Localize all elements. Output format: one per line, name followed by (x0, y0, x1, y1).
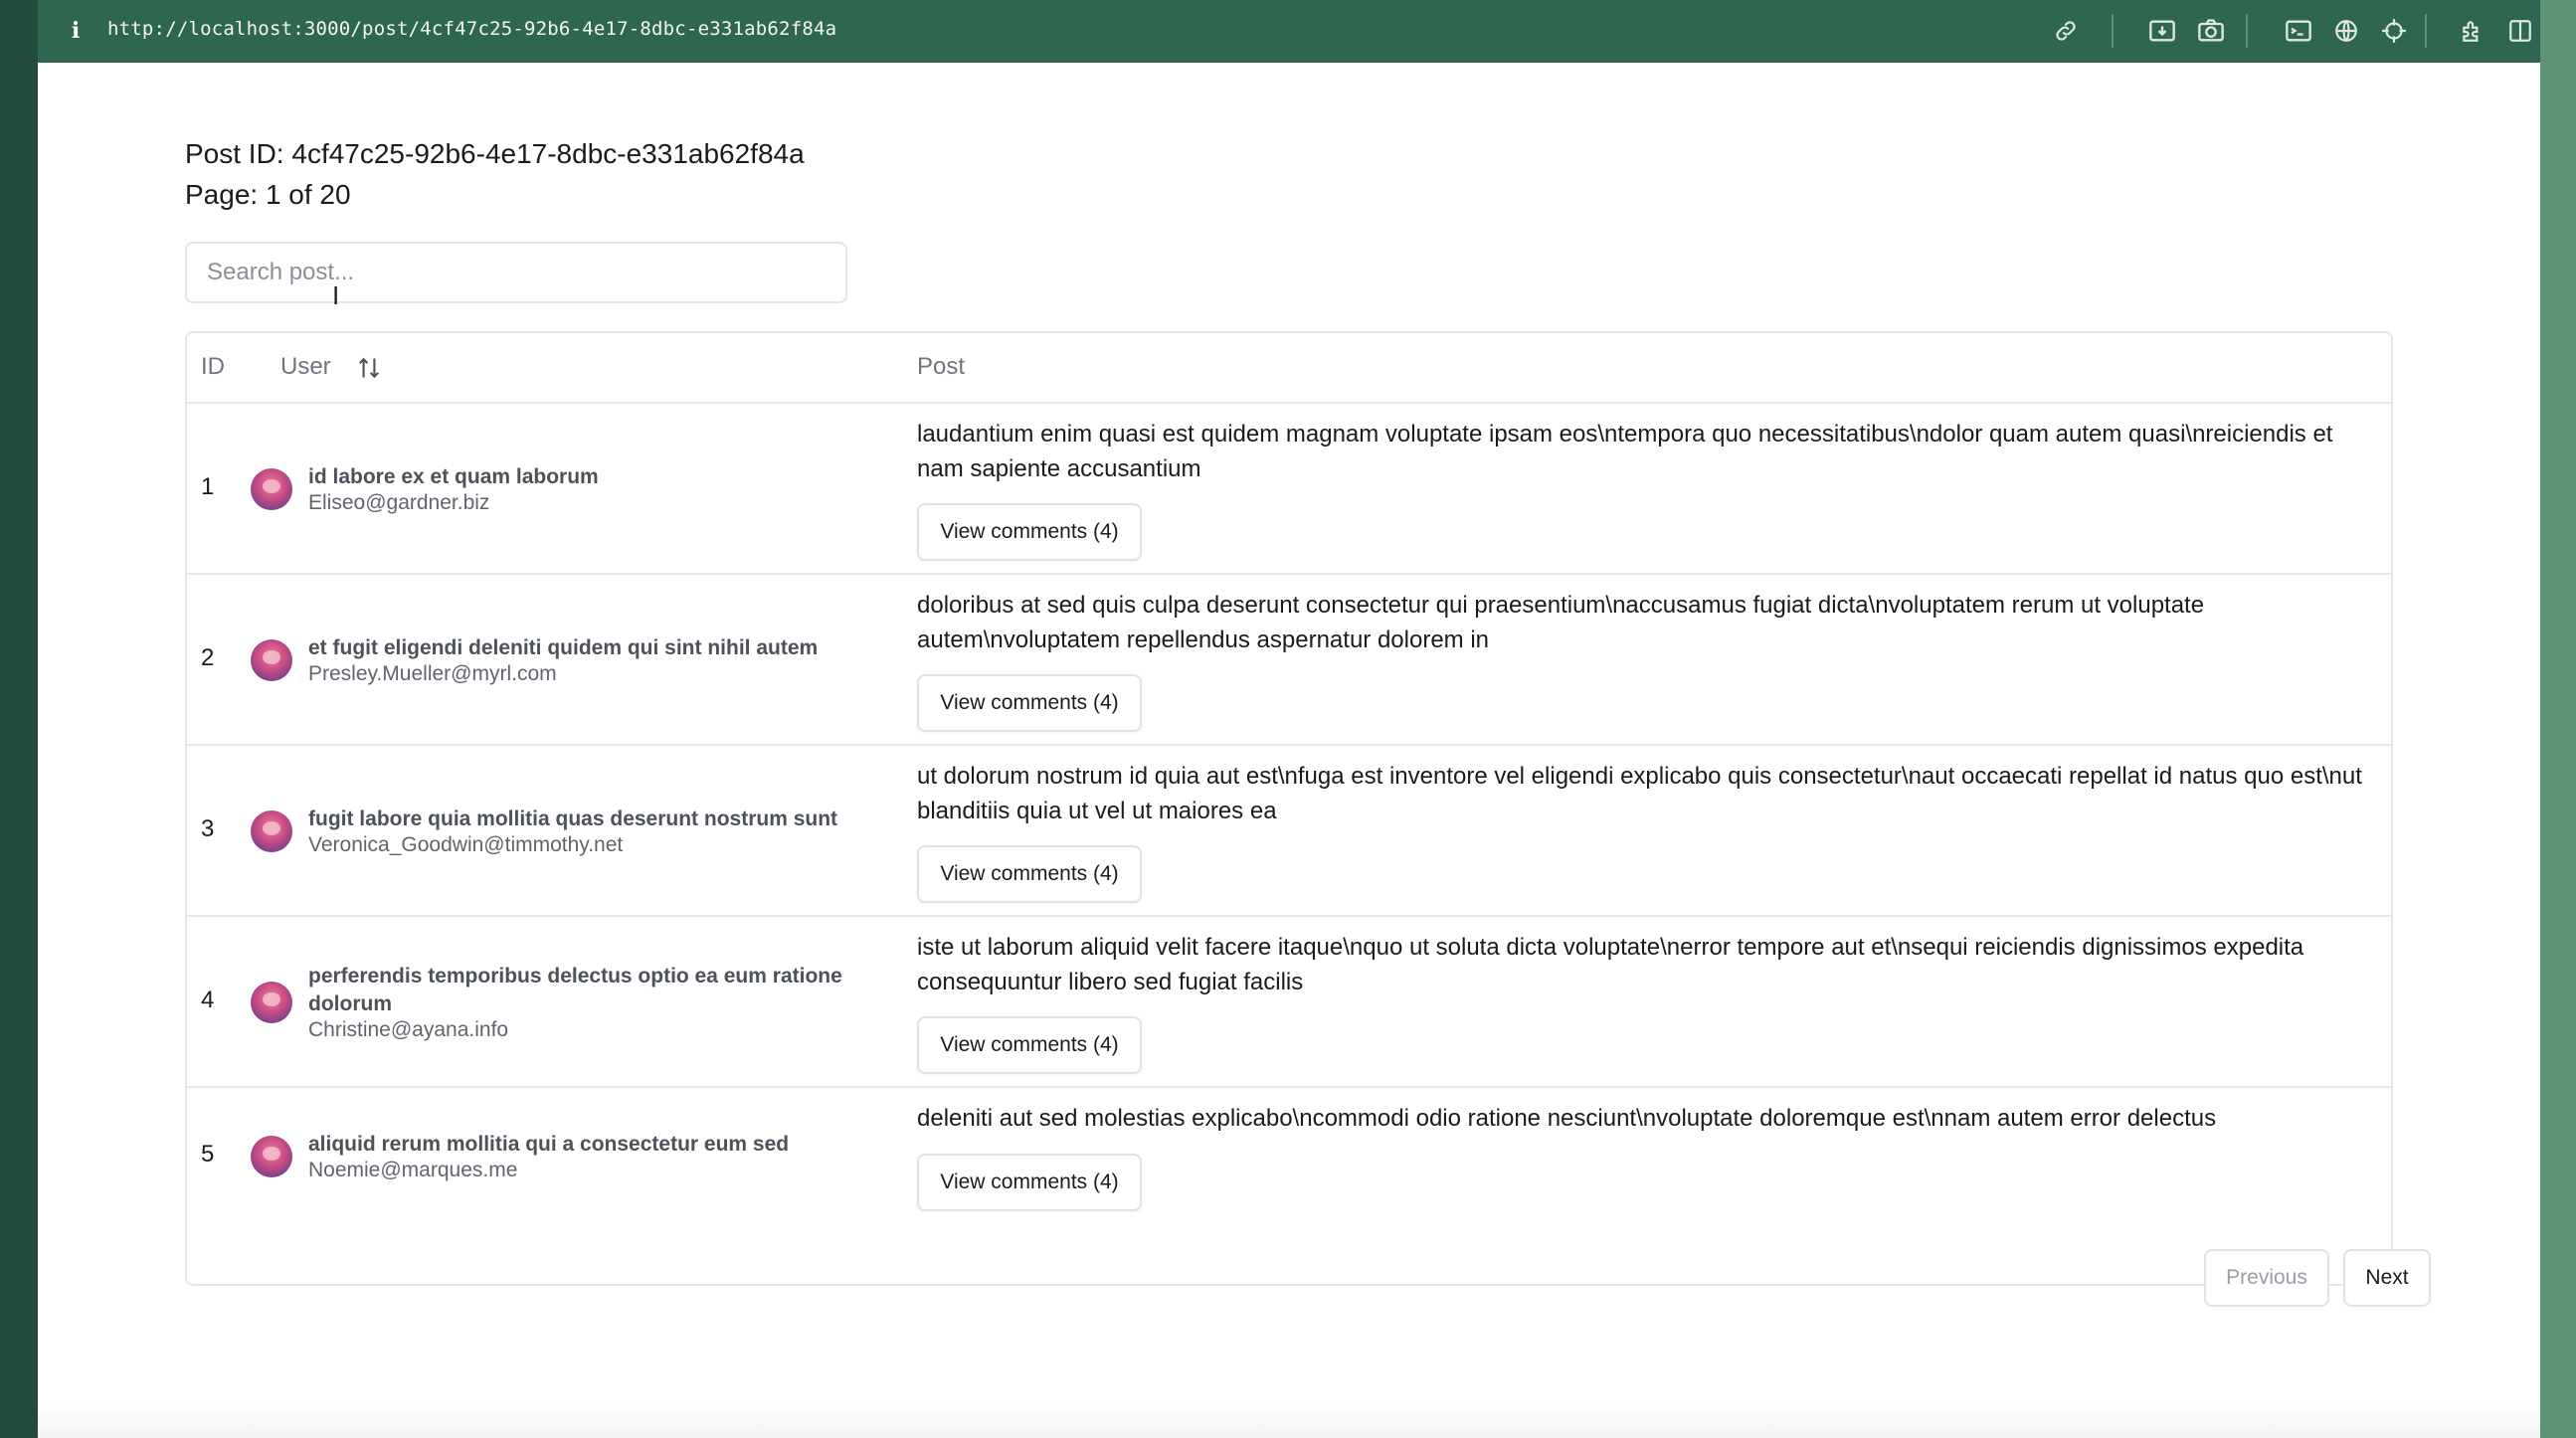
view-comments-button[interactable]: View comments (4) (917, 1016, 1142, 1074)
text-cursor-icon: I (332, 280, 340, 310)
address-bar[interactable]: http://localhost:3000/post/4cf47c25-92b6… (107, 18, 836, 40)
user-email: Presley.Mueller@myrl.com (308, 662, 557, 685)
sort-icon[interactable] (356, 355, 382, 381)
user-name: perferendis temporibus delectus optio ea… (308, 965, 842, 1015)
page-indicator: Page: 1 of 20 (185, 179, 351, 210)
column-header-post: Post (917, 353, 966, 380)
column-header-id: ID (201, 353, 225, 380)
user-name: fugit labore quia mollitia quas deserunt… (308, 808, 838, 830)
page-content: Post ID: 4cf47c25-92b6-4e17-8dbc-e331ab6… (38, 63, 2540, 1438)
table-row: 1 id labore ex et quam laborum Eliseo@ga… (187, 404, 2391, 575)
table-row: 4 perferendis temporibus delectus optio … (187, 917, 2391, 1088)
user-email: Noemie@marques.me (308, 1159, 518, 1181)
table-header: ID User Post (187, 333, 2391, 404)
post-body: laudantium enim quasi est quidem magnam … (917, 421, 2333, 482)
avatar (251, 1136, 292, 1177)
link-icon[interactable] (2051, 16, 2081, 46)
browser-toolbar: i http://localhost:3000/post/4cf47c25-92… (38, 0, 2540, 63)
next-button[interactable]: Next (2343, 1249, 2431, 1307)
table-row: 5 aliquid rerum mollitia qui a consectet… (187, 1088, 2391, 1224)
avatar (251, 982, 292, 1023)
info-icon[interactable]: i (68, 18, 84, 44)
view-comments-button[interactable]: View comments (4) (917, 845, 1142, 903)
view-comments-button[interactable]: View comments (4) (917, 503, 1142, 561)
user-email: Christine@ayana.info (308, 1018, 509, 1041)
post-body: deleniti aut sed molestias explicabo\nco… (917, 1105, 2217, 1132)
post-body: ut dolorum nostrum id quia aut est\nfuga… (917, 763, 2362, 824)
terminal-icon[interactable] (2284, 16, 2313, 46)
column-header-user[interactable]: User (280, 353, 331, 381)
download-icon[interactable] (2147, 16, 2177, 46)
row-id: 4 (201, 987, 215, 1013)
avatar (251, 639, 292, 681)
camera-icon[interactable] (2196, 16, 2226, 46)
post-body: doloribus at sed quis culpa deserunt con… (917, 592, 2205, 653)
row-id: 5 (201, 1141, 215, 1168)
avatar (251, 468, 292, 510)
row-id: 2 (201, 644, 215, 671)
view-comments-button[interactable]: View comments (4) (917, 1154, 1142, 1211)
user-name: id labore ex et quam laborum (308, 465, 599, 488)
toolbar-divider (2425, 14, 2427, 48)
previous-button[interactable]: Previous (2204, 1249, 2329, 1307)
table-row: 2 et fugit eligendi deleniti quidem qui … (187, 575, 2391, 746)
search-input[interactable] (185, 242, 847, 303)
row-id: 3 (201, 815, 215, 842)
toolbar-divider (2246, 14, 2248, 48)
avatar (251, 810, 292, 852)
view-comments-button[interactable]: View comments (4) (917, 674, 1142, 732)
posts-table: ID User Post 1 id labore ex et quam labo… (185, 331, 2393, 1286)
user-name: aliquid rerum mollitia qui a consectetur… (308, 1133, 790, 1156)
user-email: Eliseo@gardner.biz (308, 491, 490, 514)
toolbar-divider (2112, 14, 2114, 48)
crosshair-icon[interactable] (2379, 16, 2409, 46)
globe-icon[interactable] (2331, 16, 2361, 46)
table-row: 3 fugit labore quia mollitia quas deseru… (187, 746, 2391, 917)
user-email: Veronica_Goodwin@timmothy.net (308, 833, 624, 856)
browser-window: i http://localhost:3000/post/4cf47c25-92… (38, 0, 2540, 1438)
bottom-shadow (38, 1405, 2540, 1438)
sidebar-icon[interactable] (2505, 16, 2535, 46)
row-id: 1 (201, 473, 215, 500)
post-id-heading: Post ID: 4cf47c25-92b6-4e17-8dbc-e331ab6… (185, 138, 805, 169)
user-name: et fugit eligendi deleniti quidem qui si… (308, 636, 819, 659)
extension-icon[interactable] (2458, 16, 2487, 46)
post-body: iste ut laborum aliquid velit facere ita… (917, 934, 2304, 995)
